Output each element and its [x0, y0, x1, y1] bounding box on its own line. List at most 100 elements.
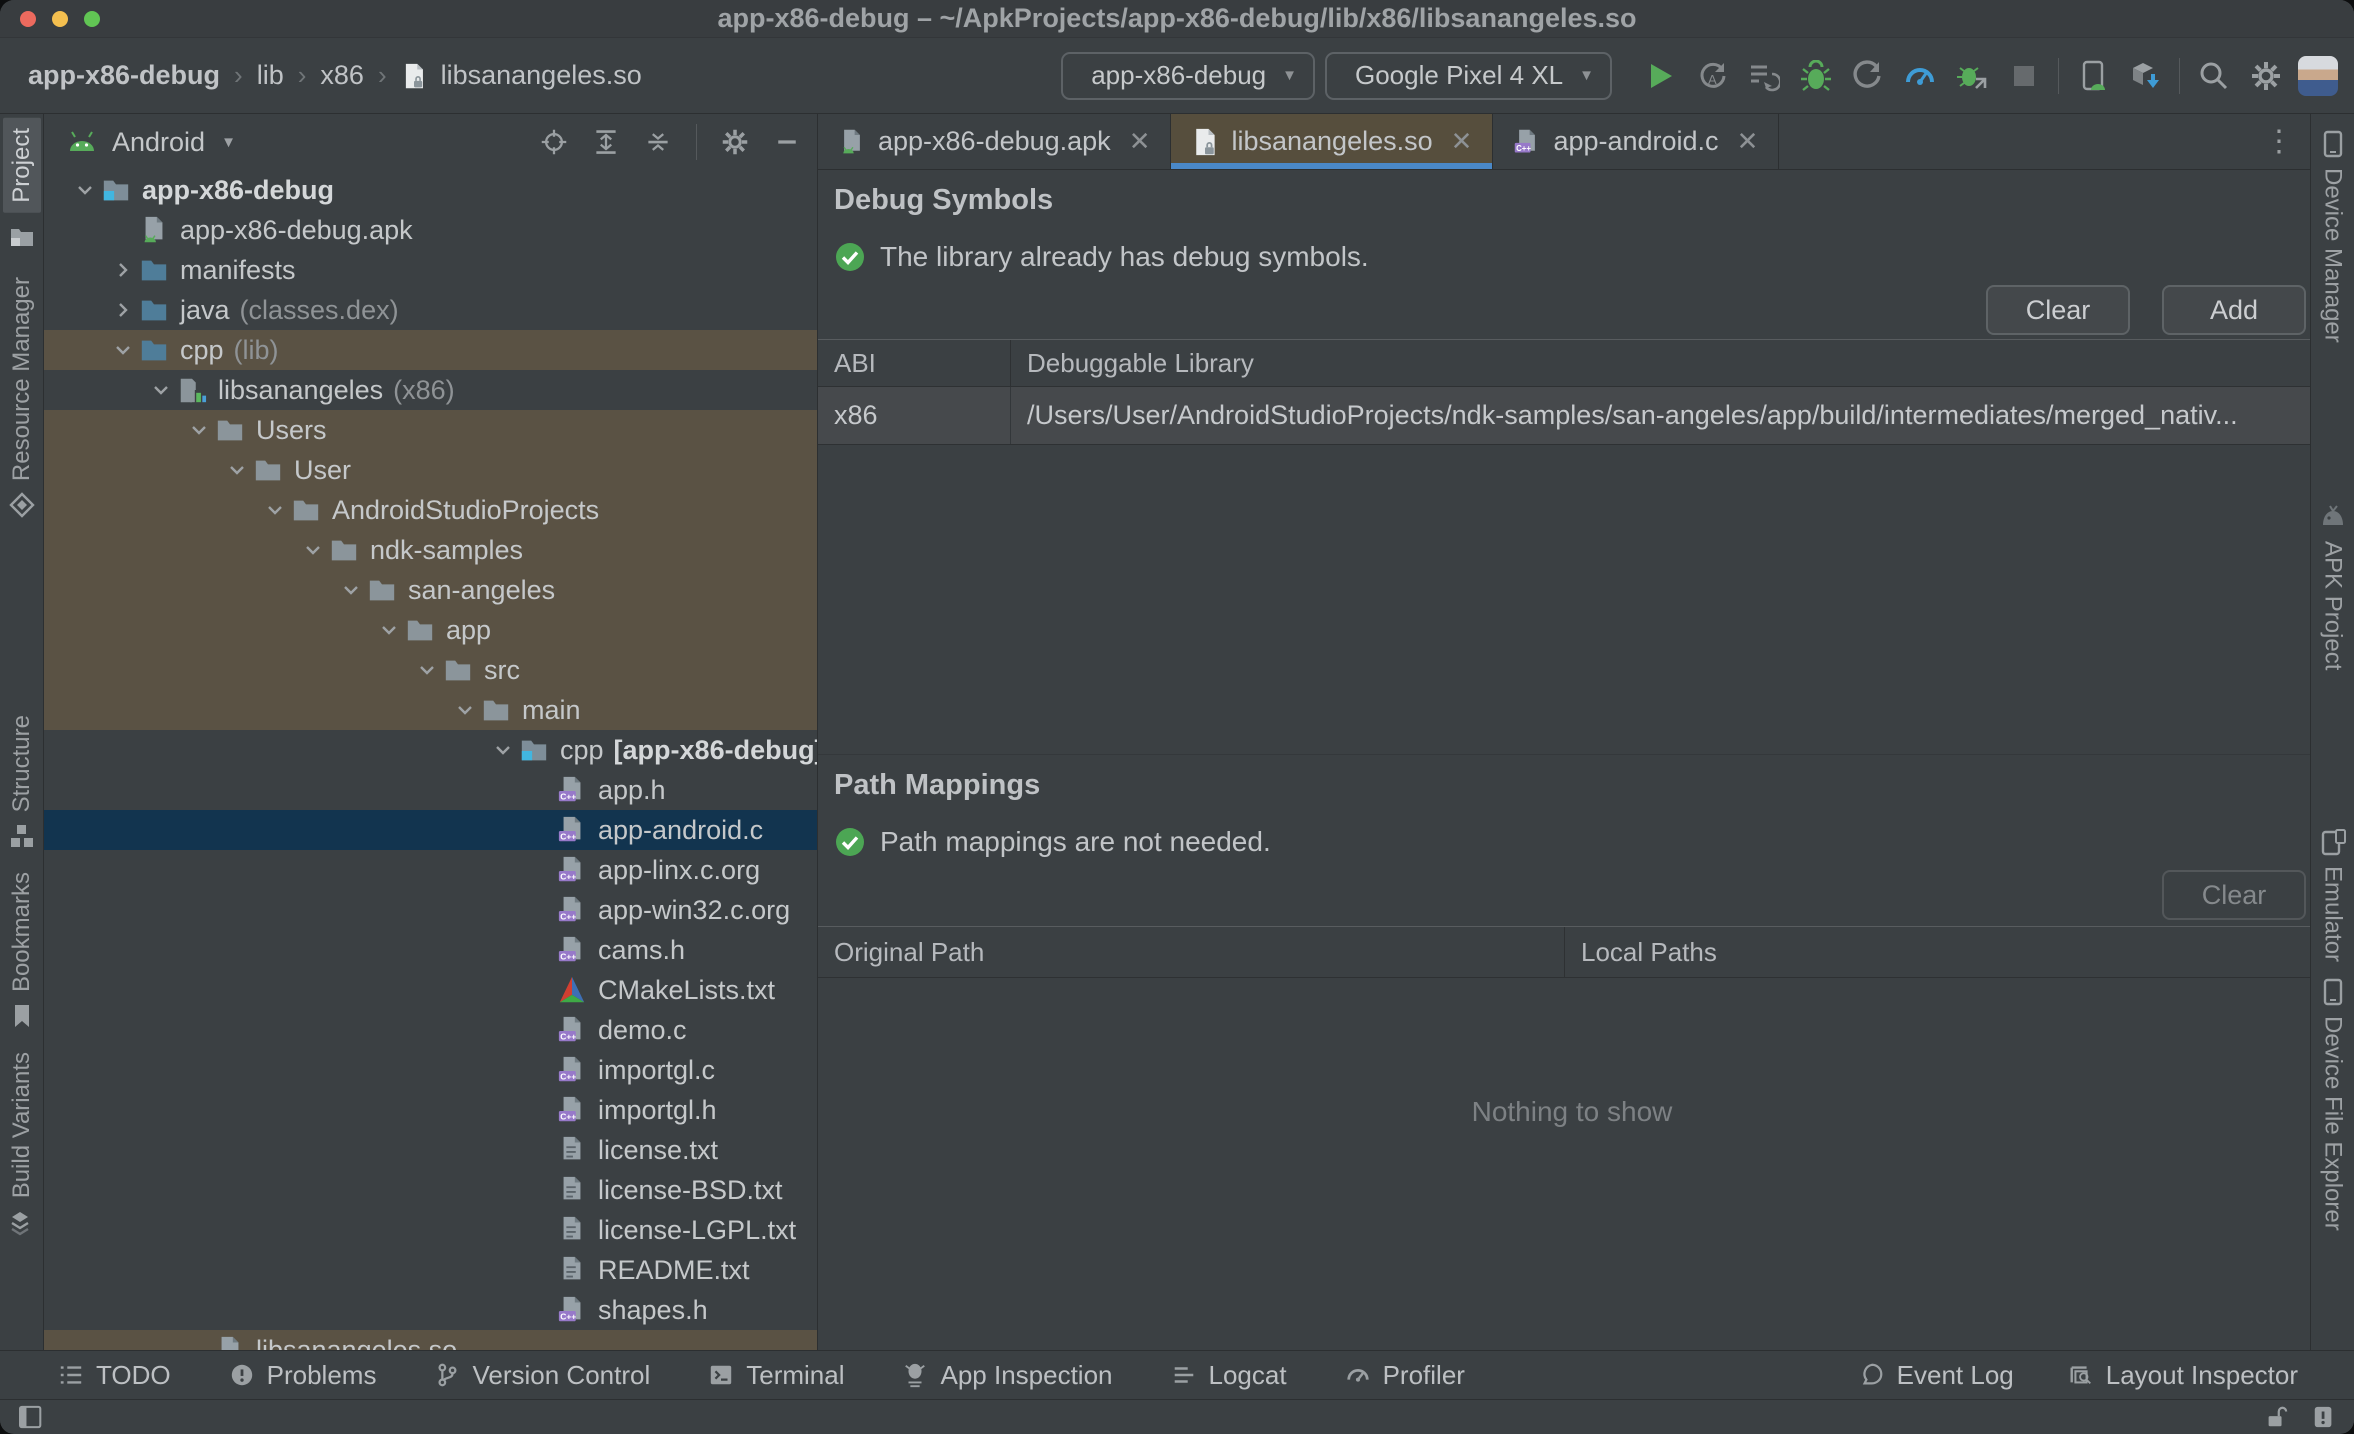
tool-stripe-resource-manager[interactable]: Resource Manager [8, 277, 36, 519]
tool-stripe-apk-project[interactable]: APK Project [2319, 503, 2347, 670]
toolwindow-version-control[interactable]: Version Control [434, 1360, 650, 1391]
tool-stripe-bookmarks[interactable]: Bookmarks [8, 872, 36, 1030]
tool-stripe-project[interactable]: Project [2, 118, 41, 251]
tree-item-san-angeles[interactable]: san-angeles [44, 570, 817, 610]
chevron-down-icon[interactable] [450, 699, 480, 721]
tree-item-license-txt[interactable]: license.txt [44, 1130, 817, 1170]
breadcrumb-item-lib[interactable]: lib [257, 60, 284, 91]
chevron-down-icon[interactable] [108, 339, 138, 361]
clear-symbols-button[interactable]: Clear [1986, 285, 2130, 335]
tree-item-main[interactable]: main [44, 690, 817, 730]
unlocked-icon[interactable] [2264, 1405, 2288, 1429]
toolwindow-logcat[interactable]: Logcat [1171, 1360, 1287, 1391]
notifications-icon[interactable] [2312, 1405, 2336, 1429]
apply-code-changes-button[interactable] [1738, 52, 1790, 100]
close-icon[interactable]: ✕ [1451, 126, 1473, 157]
collapse-all-button[interactable] [636, 120, 680, 164]
tool-stripe-emulator[interactable]: Emulator [2319, 828, 2347, 962]
tool-stripe-build-variants[interactable]: Build Variants [8, 1052, 36, 1236]
toolwindow-todo[interactable]: TODO [58, 1360, 171, 1391]
tree-item-license-lgpl-txt[interactable]: license-LGPL.txt [44, 1210, 817, 1250]
tree-item-user[interactable]: User [44, 450, 817, 490]
tree-item-demo-c[interactable]: C++ demo.c [44, 1010, 817, 1050]
select-opened-file-button[interactable] [532, 120, 576, 164]
chevron-down-icon[interactable] [412, 659, 442, 681]
breadcrumb-item-libsanangeles-so[interactable]: libsanangeles.so [441, 60, 642, 91]
tree-item-app-x86-debug[interactable]: app-x86-debug [44, 170, 817, 210]
tree-item-app-win32-c-org[interactable]: C++ app-win32.c.org [44, 890, 817, 930]
editor-tab-app-android-c[interactable]: C++ app-android.c ✕ [1493, 114, 1780, 169]
chevron-down-icon[interactable] [374, 619, 404, 641]
tree-item-license-bsd-txt[interactable]: license-BSD.txt [44, 1170, 817, 1210]
chevron-down-icon[interactable] [222, 459, 252, 481]
add-symbols-button[interactable]: Add [2162, 285, 2306, 335]
profile-low-overhead-button[interactable] [1946, 52, 1998, 100]
tree-item-cams-h[interactable]: C++ cams.h [44, 930, 817, 970]
chevron-down-icon[interactable] [260, 499, 290, 521]
tree-item-shapes-h[interactable]: C++ shapes.h [44, 1290, 817, 1330]
search-button[interactable] [2188, 52, 2240, 100]
tree-item-cpp-lib[interactable]: cpp (lib) [44, 330, 817, 370]
chevron-down-icon[interactable] [298, 539, 328, 561]
tree-item-manifests[interactable]: manifests [44, 250, 817, 290]
toolwindow-terminal[interactable]: Terminal [708, 1360, 844, 1391]
expand-all-button[interactable] [584, 120, 628, 164]
profile-button[interactable] [1894, 52, 1946, 100]
chevron-down-icon[interactable] [146, 379, 176, 401]
close-icon[interactable]: ✕ [1129, 126, 1151, 157]
tree-item-app-h[interactable]: C++ app.h [44, 770, 817, 810]
tree-item-ndk-samples[interactable]: ndk-samples [44, 530, 817, 570]
chevron-right-icon[interactable] [108, 259, 138, 281]
editor-tab-app-x86-debug-apk[interactable]: app-x86-debug.apk ✕ [818, 114, 1172, 169]
toolwindow-app-inspection[interactable]: App Inspection [902, 1360, 1113, 1391]
chevron-right-icon[interactable] [108, 299, 138, 321]
tree-item-cmakelists-txt[interactable]: CMakeLists.txt [44, 970, 817, 1010]
tree-item-users[interactable]: Users [44, 410, 817, 450]
tree-item-src[interactable]: src [44, 650, 817, 690]
editor-tab-libsanangeles-so[interactable]: libsanangeles.so ✕ [1171, 114, 1494, 169]
device-manager-button[interactable] [2067, 52, 2119, 100]
run-configuration-select[interactable]: app-x86-debug ▼ [1061, 51, 1315, 104]
sdk-manager-button[interactable] [2119, 52, 2171, 100]
tool-window-toggle-icon[interactable] [18, 1405, 46, 1429]
chevron-down-icon[interactable] [70, 179, 100, 201]
tree-item-libsanangeles-x86[interactable]: libsanangeles (x86) [44, 370, 817, 410]
run-button[interactable] [1634, 52, 1686, 100]
chevron-down-icon[interactable] [488, 739, 518, 761]
toolwindow-event-log[interactable]: Event Log [1859, 1360, 2014, 1391]
tree-item-app-x86-debug-apk[interactable]: app-x86-debug.apk [44, 210, 817, 250]
clear-mappings-button[interactable]: Clear [2162, 870, 2306, 920]
stop-button[interactable] [1998, 52, 2050, 100]
tool-stripe-structure[interactable]: Structure [8, 715, 36, 850]
chevron-down-icon[interactable] [184, 419, 214, 441]
toolwindow-profiler[interactable]: Profiler [1345, 1360, 1465, 1391]
tree-item-androidstudioprojects[interactable]: AndroidStudioProjects [44, 490, 817, 530]
tool-stripe-device-manager[interactable]: Device Manager [2319, 130, 2347, 343]
tree-item-importgl-c[interactable]: C++ importgl.c [44, 1050, 817, 1090]
tree-item-importgl-h[interactable]: C++ importgl.h [44, 1090, 817, 1130]
toolwindow-problems[interactable]: Problems [229, 1360, 376, 1391]
project-view-select[interactable]: Android [112, 127, 205, 158]
breadcrumb-item-app-x86-debug[interactable]: app-x86-debug [28, 60, 220, 91]
chevron-down-icon[interactable]: ▼ [221, 134, 236, 151]
device-select[interactable]: Google Pixel 4 XL ▼ [1325, 51, 1612, 116]
user-avatar[interactable] [2298, 55, 2338, 96]
table-row[interactable]: x86/Users/User/AndroidStudioProjects/ndk… [818, 387, 2310, 445]
tab-list-menu-icon[interactable]: ⋮ [2264, 114, 2294, 169]
attach-debugger-button[interactable] [1842, 52, 1894, 100]
apply-changes-button[interactable]: A [1686, 52, 1738, 100]
chevron-down-icon[interactable] [336, 579, 366, 601]
tree-item-app-linx-c-org[interactable]: C++ app-linx.c.org [44, 850, 817, 890]
tree-item-libsanangeles-so[interactable]: libsanangeles.so [44, 1330, 817, 1350]
tree-item-app-android-c[interactable]: C++ app-android.c [44, 810, 817, 850]
hide-button[interactable] [765, 120, 809, 164]
options-button[interactable] [713, 120, 757, 164]
tree-item-app[interactable]: app [44, 610, 817, 650]
settings-button[interactable] [2240, 52, 2292, 100]
tool-stripe-device-file-explorer[interactable]: Device File Explorer [2319, 978, 2347, 1231]
tree-item-java-classes-dex[interactable]: java (classes.dex) [44, 290, 817, 330]
debug-button[interactable] [1790, 52, 1842, 100]
tree-item-cpp[interactable]: cpp [app-x86-debug] [44, 730, 817, 770]
tree-item-readme-txt[interactable]: README.txt [44, 1250, 817, 1290]
breadcrumb-item-x86[interactable]: x86 [320, 60, 364, 91]
